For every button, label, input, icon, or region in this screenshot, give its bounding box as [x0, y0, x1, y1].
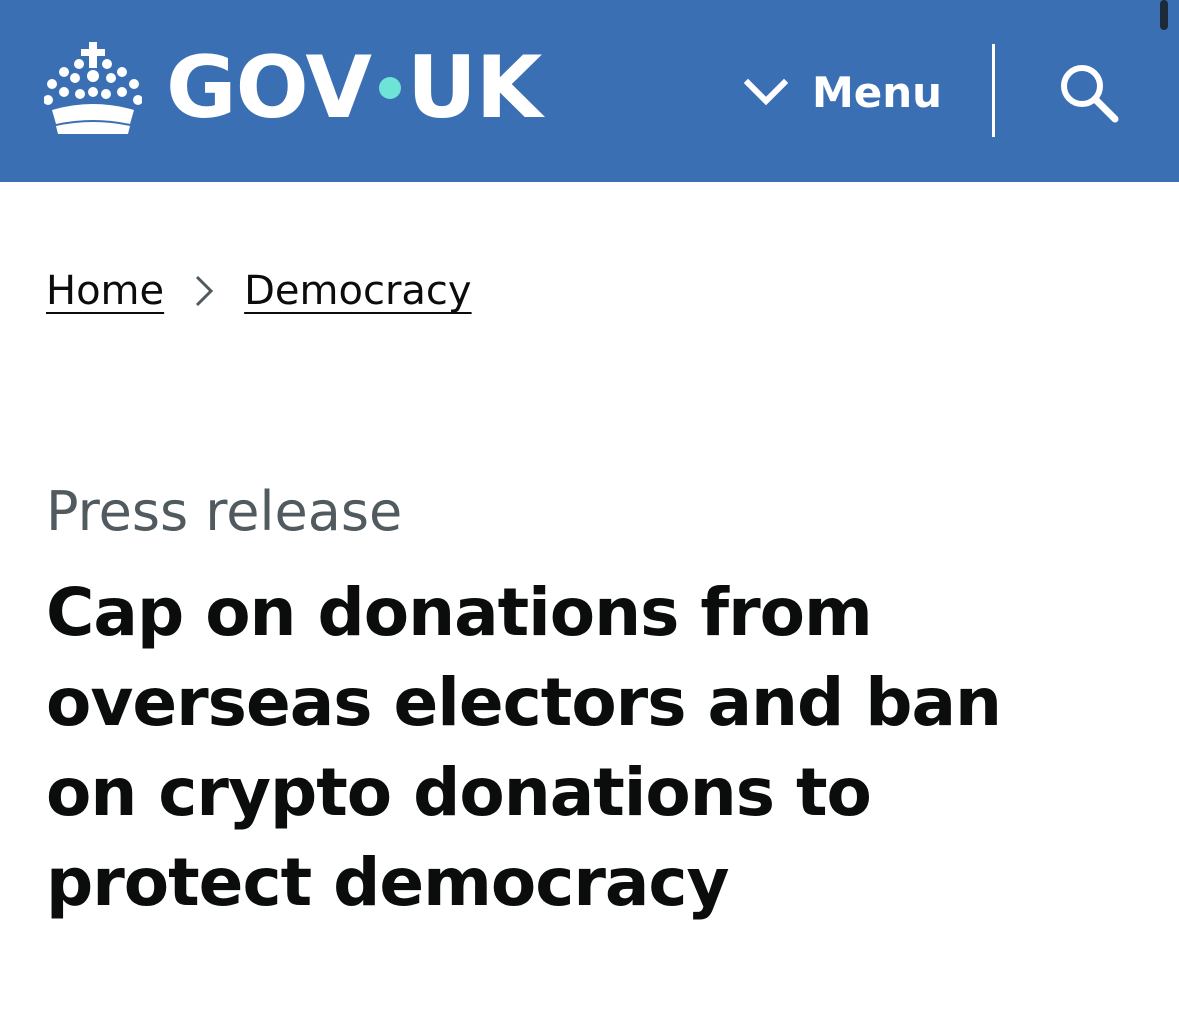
logo-text-gov: GOV: [166, 38, 372, 138]
page-title: Cap on donations from overseas electors …: [46, 574, 1002, 921]
search-icon: [1061, 65, 1119, 123]
breadcrumb: Home Democracy: [46, 268, 472, 314]
chevron-down-icon: [744, 78, 788, 106]
crown-icon: [44, 42, 142, 134]
logo-dot: [378, 77, 401, 99]
logo-text-uk: UK: [406, 38, 542, 138]
chevron-right-icon: [196, 275, 214, 307]
breadcrumb-link-democracy[interactable]: Democracy: [244, 268, 471, 314]
menu-button[interactable]: Menu: [744, 60, 942, 124]
menu-label: Menu: [812, 67, 943, 117]
content-type-caption: Press release: [46, 480, 403, 543]
breadcrumb-link-home[interactable]: Home: [46, 268, 164, 314]
search-button[interactable]: [1058, 62, 1120, 124]
site-header: GOV UK Menu: [0, 0, 1179, 182]
scrollbar-thumb[interactable]: [1160, 0, 1168, 30]
logo-wordmark: GOV UK: [166, 38, 542, 138]
header-divider: [992, 44, 995, 137]
govuk-logo-link[interactable]: GOV UK: [44, 38, 542, 138]
